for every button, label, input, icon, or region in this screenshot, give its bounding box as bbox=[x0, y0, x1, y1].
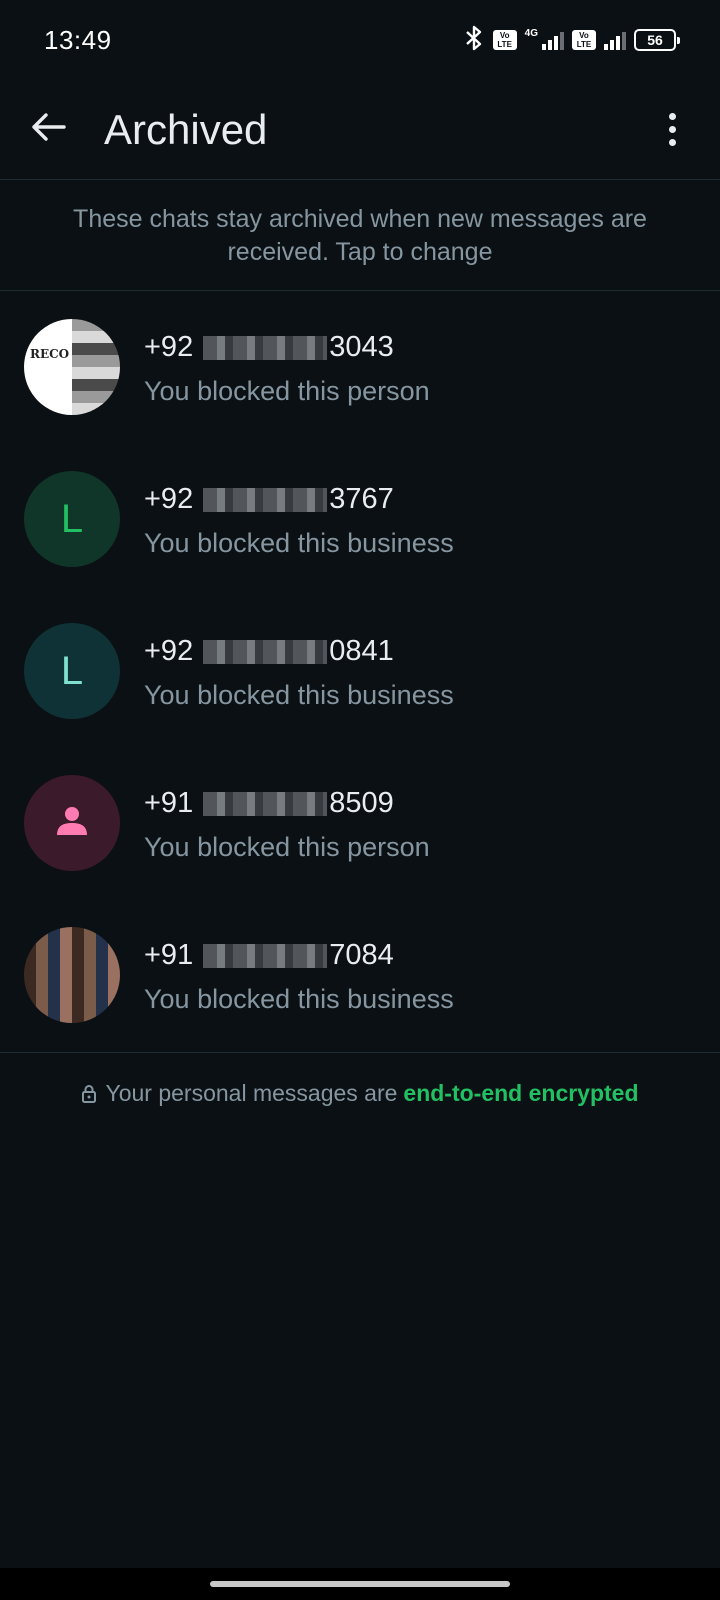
phone-suffix: 3767 bbox=[329, 483, 394, 515]
phone-prefix: +92 bbox=[144, 483, 194, 515]
avatar-letter: L bbox=[60, 496, 84, 541]
more-vert-dot bbox=[668, 126, 676, 133]
chat-name: +92 0841 bbox=[144, 632, 454, 672]
redacted-digits bbox=[203, 487, 328, 512]
system-nav-bar bbox=[0, 1568, 720, 1600]
chat-text: +92 3043 You blocked this person bbox=[144, 328, 430, 407]
phone-suffix: 7084 bbox=[329, 939, 394, 971]
battery-icon: 56 bbox=[634, 29, 680, 51]
phone-suffix: 0841 bbox=[329, 635, 394, 667]
phone-prefix: +91 bbox=[144, 939, 194, 971]
signal-icon-sim2 bbox=[604, 30, 626, 50]
bluetooth-icon bbox=[463, 25, 485, 56]
redacted-digits bbox=[203, 791, 328, 816]
lock-icon bbox=[81, 1084, 97, 1104]
encryption-note: Your personal messages are end-to-end en… bbox=[0, 1080, 720, 1107]
phone-prefix: +92 bbox=[144, 331, 194, 363]
more-vert-icon bbox=[668, 113, 676, 120]
chat-text: +92 3767 You blocked this business bbox=[144, 480, 454, 559]
redacted-digits bbox=[203, 943, 328, 968]
chat-row[interactable]: L +92 0841 You blocked this business bbox=[0, 595, 720, 747]
chat-row[interactable]: +91 8509 You blocked this person bbox=[0, 747, 720, 899]
avatar[interactable]: RECO bbox=[24, 319, 120, 415]
chat-row[interactable]: L +92 3767 You blocked this business bbox=[0, 443, 720, 595]
person-icon bbox=[55, 806, 89, 841]
app-bar: Archived bbox=[0, 80, 720, 180]
chat-preview: You blocked this business bbox=[144, 983, 454, 1014]
chat-preview: You blocked this business bbox=[144, 527, 454, 558]
phone-prefix: +91 bbox=[144, 787, 194, 819]
home-indicator[interactable] bbox=[210, 1581, 510, 1587]
redacted-digits bbox=[203, 335, 328, 360]
signal-icon bbox=[542, 30, 564, 50]
chat-row[interactable]: +91 7084 You blocked this business bbox=[0, 899, 720, 1051]
page-title: Archived bbox=[104, 105, 268, 153]
avatar-letter: L bbox=[60, 648, 84, 693]
network-type-label: 4G bbox=[524, 27, 538, 39]
chat-preview: You blocked this person bbox=[144, 375, 430, 406]
chat-name: +92 3767 bbox=[144, 480, 454, 520]
chat-name: +91 7084 bbox=[144, 936, 454, 976]
battery-level: 56 bbox=[647, 32, 663, 48]
phone-prefix: +92 bbox=[144, 635, 194, 667]
encryption-link[interactable]: end-to-end encrypted bbox=[403, 1080, 638, 1107]
chat-preview: You blocked this person bbox=[144, 831, 430, 862]
phone-suffix: 3043 bbox=[329, 331, 394, 363]
chat-preview: You blocked this business bbox=[144, 679, 454, 710]
arrow-left-icon bbox=[30, 112, 66, 147]
avatar[interactable]: L bbox=[24, 471, 120, 567]
redacted-digits bbox=[203, 639, 328, 664]
chat-name: +92 3043 bbox=[144, 328, 430, 368]
status-time: 13:49 bbox=[44, 24, 112, 55]
more-options-button[interactable] bbox=[652, 100, 692, 160]
volte-icon-sim2: Vo LTE bbox=[572, 30, 596, 50]
avatar[interactable]: L bbox=[24, 623, 120, 719]
encryption-text: Your personal messages are bbox=[105, 1080, 398, 1106]
chat-text: +91 7084 You blocked this business bbox=[144, 936, 454, 1015]
divider bbox=[0, 1052, 720, 1053]
archived-chats-screen: 13:49 Vo LTE 4G Vo LTE 56 Archived These… bbox=[0, 0, 720, 1600]
back-button[interactable] bbox=[18, 100, 78, 160]
chat-text: +92 0841 You blocked this business bbox=[144, 632, 454, 711]
avatar[interactable] bbox=[24, 927, 120, 1023]
volte-icon: Vo LTE bbox=[492, 30, 517, 50]
chat-list: RECO +92 3043 You blocked this person L … bbox=[0, 291, 720, 1051]
archive-settings-banner[interactable]: These chats stay archived when new messa… bbox=[0, 181, 720, 291]
status-bar: 13:49 Vo LTE 4G Vo LTE 56 bbox=[0, 0, 720, 80]
phone-suffix: 8509 bbox=[329, 787, 394, 819]
avatar[interactable] bbox=[24, 775, 120, 871]
chat-row[interactable]: RECO +92 3043 You blocked this person bbox=[0, 291, 720, 443]
status-icons: Vo LTE 4G Vo LTE 56 bbox=[463, 25, 680, 56]
chat-name: +91 8509 bbox=[144, 784, 430, 824]
chat-text: +91 8509 You blocked this person bbox=[144, 784, 430, 863]
more-vert-dot bbox=[668, 139, 676, 146]
